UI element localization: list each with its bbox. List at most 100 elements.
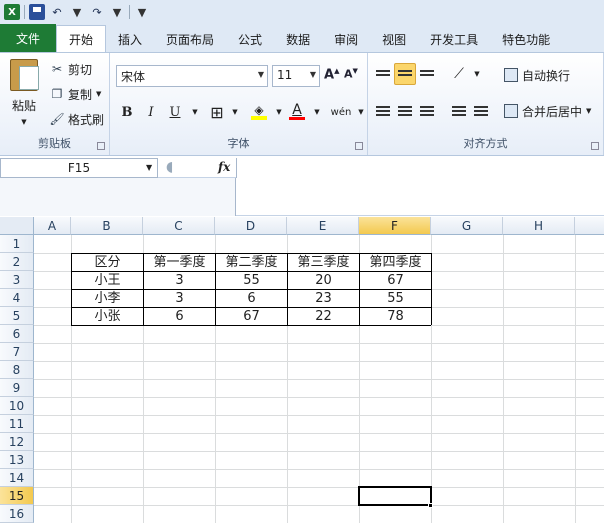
- dialog-launcher-icon[interactable]: [97, 142, 105, 150]
- row-header[interactable]: 14: [0, 469, 34, 487]
- table-cell[interactable]: 3: [144, 272, 215, 290]
- excel-icon[interactable]: X: [4, 4, 20, 20]
- align-middle-icon[interactable]: [394, 63, 416, 85]
- font-size-select[interactable]: 11 ▼: [272, 65, 320, 87]
- table-cell[interactable]: 55: [216, 272, 287, 290]
- insert-function-icon[interactable]: fx: [218, 160, 230, 174]
- select-all-corner[interactable]: [0, 217, 34, 235]
- row-header[interactable]: 12: [0, 433, 34, 451]
- column-header-g[interactable]: G: [431, 217, 503, 235]
- row-header[interactable]: 10: [0, 397, 34, 415]
- font-color-dropdown-icon[interactable]: ▼: [306, 101, 328, 123]
- copy-button[interactable]: ❐ 复制 ▼: [50, 84, 102, 104]
- row-header[interactable]: 8: [0, 361, 34, 379]
- table-cell[interactable]: 小张: [72, 308, 143, 326]
- increase-indent-icon[interactable]: [470, 101, 492, 123]
- underline-button[interactable]: U: [164, 101, 186, 123]
- table-cell[interactable]: 小王: [72, 272, 143, 290]
- tab-data[interactable]: 数据: [274, 26, 322, 52]
- row-header[interactable]: 6: [0, 325, 34, 343]
- italic-button[interactable]: I: [140, 101, 162, 123]
- table-cell[interactable]: 6: [216, 290, 287, 308]
- name-box-dropdown-icon[interactable]: ▼: [146, 163, 152, 172]
- table-header-cell[interactable]: 第一季度: [144, 254, 215, 272]
- row-header[interactable]: 16: [0, 505, 34, 523]
- align-top-icon[interactable]: [372, 63, 394, 85]
- column-header-c[interactable]: C: [143, 217, 215, 235]
- name-box[interactable]: F15: [0, 158, 158, 178]
- font-color-button[interactable]: A: [286, 101, 308, 123]
- decrease-indent-icon[interactable]: [448, 101, 470, 123]
- bold-button[interactable]: B: [116, 101, 138, 123]
- table-cell[interactable]: 67: [360, 272, 431, 290]
- undo-icon[interactable]: ↶: [49, 4, 65, 20]
- table-header-cell[interactable]: 第二季度: [216, 254, 287, 272]
- row-header[interactable]: 15: [0, 487, 34, 505]
- table-cell[interactable]: 67: [216, 308, 287, 326]
- column-header-a[interactable]: A: [34, 217, 71, 235]
- table-cell[interactable]: 78: [360, 308, 431, 326]
- fill-color-button[interactable]: ◈: [248, 101, 270, 123]
- tab-features[interactable]: 特色功能: [490, 26, 562, 52]
- row-header[interactable]: 13: [0, 451, 34, 469]
- tab-formulas[interactable]: 公式: [226, 26, 274, 52]
- customize-toolbar-icon[interactable]: ▼: [134, 4, 150, 20]
- table-cell[interactable]: 6: [144, 308, 215, 326]
- column-header-d[interactable]: D: [215, 217, 287, 235]
- dialog-launcher-icon[interactable]: [591, 142, 599, 150]
- row-header[interactable]: 5: [0, 307, 34, 325]
- fill-handle[interactable]: [428, 503, 433, 508]
- font-name-select[interactable]: 宋体 ▼: [116, 65, 268, 87]
- row-header[interactable]: 11: [0, 415, 34, 433]
- tab-file[interactable]: 文件: [0, 24, 56, 52]
- column-header-b[interactable]: B: [71, 217, 143, 235]
- table-cell[interactable]: 3: [144, 290, 215, 308]
- dialog-launcher-icon[interactable]: [355, 142, 363, 150]
- paste-button[interactable]: 粘贴 ▼: [6, 59, 42, 129]
- borders-dropdown-icon[interactable]: ▼: [224, 101, 246, 123]
- align-right-icon[interactable]: [416, 101, 438, 123]
- table-cell[interactable]: 小李: [72, 290, 143, 308]
- align-bottom-icon[interactable]: [416, 63, 438, 85]
- grow-font-icon[interactable]: A▲: [324, 67, 339, 82]
- column-header-f[interactable]: F: [359, 217, 431, 235]
- table-cell[interactable]: 55: [360, 290, 431, 308]
- align-left-icon[interactable]: [372, 101, 394, 123]
- table-cell[interactable]: 22: [288, 308, 359, 326]
- row-header[interactable]: 1: [0, 235, 34, 253]
- column-header-h[interactable]: H: [503, 217, 575, 235]
- redo-icon[interactable]: ↷: [89, 4, 105, 20]
- tab-home[interactable]: 开始: [56, 25, 107, 52]
- tab-view[interactable]: 视图: [370, 26, 418, 52]
- tab-review[interactable]: 审阅: [322, 26, 370, 52]
- undo-dropdown-icon[interactable]: ▼: [69, 4, 85, 20]
- column-header-e[interactable]: E: [287, 217, 359, 235]
- underline-dropdown-icon[interactable]: ▼: [184, 101, 206, 123]
- cut-button[interactable]: ✂ 剪切: [50, 59, 92, 79]
- table-cell[interactable]: 20: [288, 272, 359, 290]
- save-icon[interactable]: [29, 4, 45, 20]
- expand-icon[interactable]: ◖: [166, 159, 173, 175]
- tab-page-layout[interactable]: 页面布局: [154, 26, 226, 52]
- formula-input[interactable]: [236, 158, 604, 178]
- redo-dropdown-icon[interactable]: ▼: [109, 4, 125, 20]
- row-header[interactable]: 3: [0, 271, 34, 289]
- worksheet-grid[interactable]: A B C D E F G H 1 2 3 4 5 6 7 8 9 10 11 …: [0, 217, 604, 523]
- tab-insert[interactable]: 插入: [106, 26, 154, 52]
- format-painter-button[interactable]: 🖌 格式刷: [49, 109, 104, 129]
- tab-developer[interactable]: 开发工具: [418, 26, 490, 52]
- merge-center-button[interactable]: 合并后居中 ▼: [504, 101, 591, 121]
- table-header-cell[interactable]: 第三季度: [288, 254, 359, 272]
- table-header-cell[interactable]: 区分: [72, 254, 143, 272]
- column-header-next[interactable]: [575, 217, 604, 235]
- table-header-cell[interactable]: 第四季度: [360, 254, 431, 272]
- orientation-dropdown-icon[interactable]: ▼: [466, 63, 488, 85]
- selected-cell-f15[interactable]: [358, 486, 432, 506]
- row-header[interactable]: 9: [0, 379, 34, 397]
- row-header[interactable]: 4: [0, 289, 34, 307]
- table-cell[interactable]: 23: [288, 290, 359, 308]
- align-center-icon[interactable]: [394, 101, 416, 123]
- row-header[interactable]: 7: [0, 343, 34, 361]
- row-header[interactable]: 2: [0, 253, 34, 271]
- wrap-text-button[interactable]: 自动换行: [504, 65, 570, 85]
